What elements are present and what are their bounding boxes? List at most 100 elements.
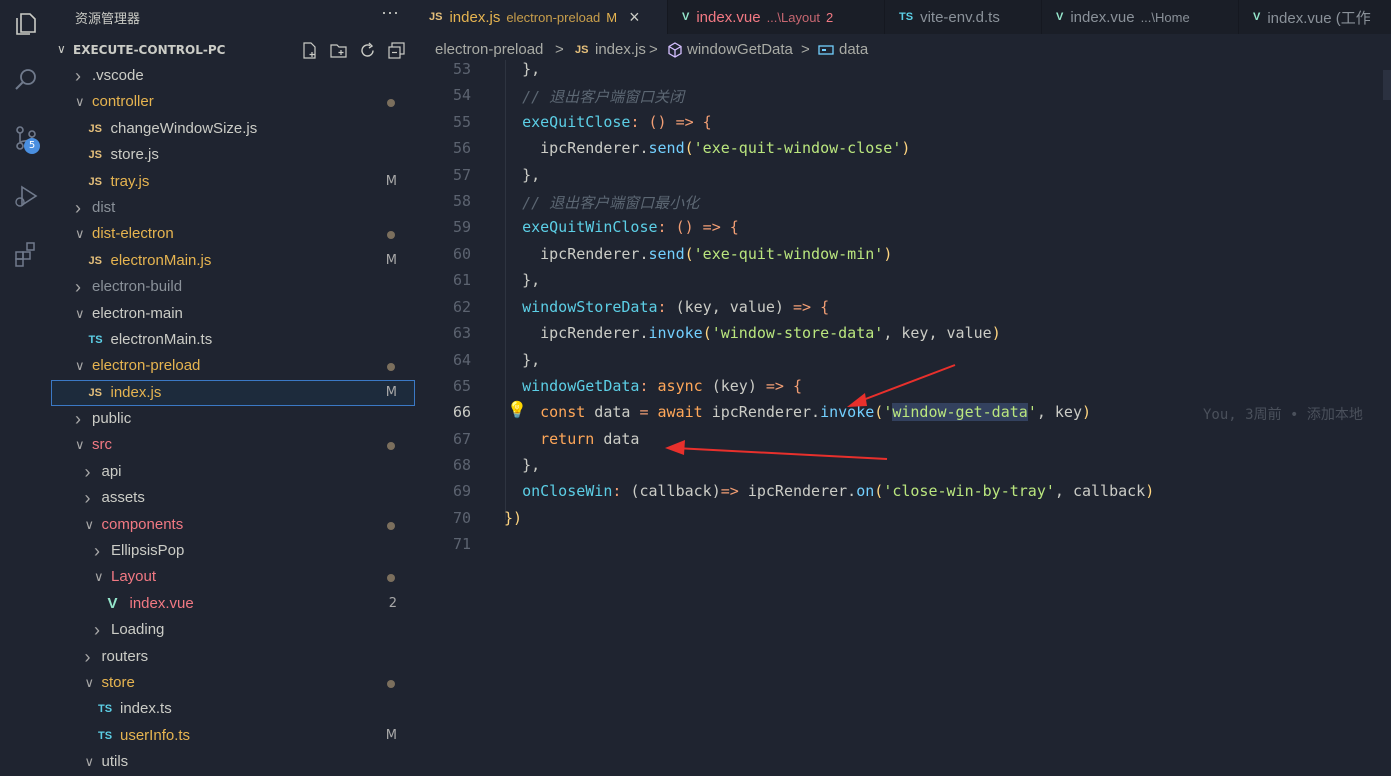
tree-file[interactable]: TS userInfo.ts M <box>51 723 415 749</box>
tree-folder[interactable]: › routers <box>51 644 415 670</box>
chevron-right-icon: › <box>75 277 81 298</box>
git-status-badge: M <box>385 252 397 268</box>
modified-dot <box>387 231 395 240</box>
tree-folder[interactable]: ∨ Layout <box>51 564 415 590</box>
chevron-right-icon: › <box>84 461 91 482</box>
tab-workbench-index-vue[interactable]: V index.vue (工作 <box>1239 0 1391 34</box>
tree-item-label: dist <box>92 198 116 216</box>
tree-file[interactable]: TS electronMain.ts <box>51 327 415 353</box>
modified-dot <box>387 521 395 530</box>
tree-file[interactable]: JS store.js <box>51 142 415 168</box>
tree-file[interactable]: JS index.js M <box>51 379 415 407</box>
breadcrumb-file[interactable]: index.js <box>595 41 646 58</box>
breadcrumb-symbol-leaf[interactable]: data <box>839 41 868 58</box>
tree-folder[interactable]: › public <box>51 406 415 432</box>
chevron-down-icon: ∨ <box>75 358 85 374</box>
tree-item-label: electronMain.ts <box>110 330 213 348</box>
tree-item-label: routers <box>101 647 149 665</box>
tab-vite-env[interactable]: TS vite-env.d.ts <box>885 0 1042 34</box>
tree-item-label: index.js <box>110 383 162 401</box>
tree-folder[interactable]: ∨ store <box>51 670 415 696</box>
tree-folder[interactable]: ∨ components <box>51 512 415 538</box>
git-status-badge: M <box>385 727 397 743</box>
tree-item-label: tray.js <box>110 172 150 190</box>
source-control-icon[interactable]: 5 <box>0 114 51 162</box>
tree-folder[interactable]: › electron-build <box>51 274 415 300</box>
chevron-down-icon: ∨ <box>84 516 95 532</box>
js-file-icon: JS <box>88 149 102 162</box>
tree-folder[interactable]: ∨ dist-electron <box>51 221 415 247</box>
tree-folder[interactable]: › Loading <box>51 617 415 643</box>
tab-label: index.vue <box>1070 8 1135 26</box>
vue-file-icon: V <box>1056 11 1064 23</box>
tree-file[interactable]: TS index.ts <box>51 696 415 722</box>
explorer-actions <box>301 42 405 59</box>
chevron-right-icon: › <box>75 409 81 430</box>
chevron-right-icon: › <box>84 488 91 509</box>
tree-item-label: index.ts <box>120 700 172 718</box>
collapse-all-icon[interactable] <box>388 42 405 59</box>
minimap-slider[interactable] <box>1383 70 1391 100</box>
variable-icon <box>818 42 834 62</box>
ts-file-icon: TS <box>899 11 914 23</box>
tree-folder[interactable]: › api <box>51 459 415 485</box>
chevron-down-icon: ∨ <box>75 305 85 321</box>
js-file-icon: JS <box>429 11 443 23</box>
chevron-right-icon: › <box>75 66 81 86</box>
close-icon[interactable]: × <box>629 7 640 28</box>
new-folder-icon[interactable] <box>330 42 347 59</box>
refresh-icon[interactable] <box>359 42 376 59</box>
tree-folder[interactable]: ∨ controller <box>51 89 415 115</box>
tree-file[interactable]: Vindex.vue 2 <box>51 591 415 617</box>
tab-description: ...\Layout <box>766 9 821 25</box>
tree-folder[interactable]: ∨ electron-preload <box>51 353 415 379</box>
run-debug-icon[interactable] <box>0 172 51 220</box>
search-icon[interactable] <box>0 56 51 104</box>
tab-home-index-vue[interactable]: V index.vue ...\Home <box>1042 0 1239 34</box>
chevron-down-icon: ∨ <box>57 42 66 56</box>
git-status-badge: M <box>385 173 397 189</box>
tree-folder[interactable]: ∨ src <box>51 432 415 458</box>
modified-dot <box>387 442 395 451</box>
tree-item-label: api <box>101 462 122 480</box>
tree-folder[interactable]: › assets <box>51 485 415 511</box>
tree-item-label: electron-preload <box>92 357 201 375</box>
file-tree: › .vscode ∨ controller JS changeWindowSize.js… <box>51 63 415 776</box>
js-file-icon: JS <box>88 386 102 399</box>
vue-file-icon: V <box>1253 11 1261 23</box>
tree-file[interactable]: JS electronMain.js M <box>51 248 415 274</box>
annotation-arrows <box>665 364 956 460</box>
tree-item-label: changeWindowSize.js <box>110 119 258 137</box>
js-file-icon: JS <box>88 254 102 267</box>
tree-item-label: electron-build <box>92 278 183 296</box>
more-actions-icon[interactable]: ··· <box>381 2 399 23</box>
breadcrumb-separator: > <box>649 41 658 58</box>
chevron-down-icon: ∨ <box>75 437 85 453</box>
chevron-right-icon: › <box>84 646 91 667</box>
js-file-icon: JS <box>88 175 102 188</box>
breadcrumb-symbol[interactable]: windowGetData <box>687 41 793 58</box>
explorer-sidebar: 资源管理器 ··· ∨ EXECUTE-CONTROL-PC › .vscode ∨… <box>51 0 415 775</box>
tree-file[interactable]: JS changeWindowSize.js <box>51 116 415 142</box>
activity-bar: 5 <box>0 0 52 775</box>
tree-item-label: Layout <box>111 568 157 586</box>
modified-dot <box>387 99 395 108</box>
tree-folder[interactable]: ∨ electron-main <box>51 301 415 327</box>
tree-folder[interactable]: › .vscode <box>51 63 415 89</box>
code-editor[interactable]: 53 54 55 56 57 58 59 60 61 62 63 64 65 66 67 68 69 70 71 }… <box>415 60 1391 775</box>
tab-description: electron-preload <box>506 9 601 25</box>
chevron-down-icon: ∨ <box>84 674 95 690</box>
tree-folder[interactable]: ∨ utils <box>51 749 415 775</box>
tree-item-label: src <box>92 436 112 454</box>
explorer-icon[interactable] <box>0 0 51 48</box>
extensions-icon[interactable] <box>0 230 51 278</box>
tab-layout-index-vue[interactable]: V index.vue ...\Layout 2 <box>668 0 885 34</box>
tree-folder[interactable]: › EllipsisPop <box>51 538 415 564</box>
tree-folder[interactable]: › dist <box>51 195 415 221</box>
tab-index-js[interactable]: JS index.js electron-preload M × <box>415 0 668 34</box>
tree-item-label: EllipsisPop <box>111 542 185 560</box>
new-file-icon[interactable] <box>301 42 318 59</box>
breadcrumb-folder[interactable]: electron-preload <box>435 41 543 58</box>
tree-file[interactable]: JS tray.js M <box>51 169 415 195</box>
breadcrumb: electron-preload > JS index.js > windowG… <box>415 38 1391 62</box>
